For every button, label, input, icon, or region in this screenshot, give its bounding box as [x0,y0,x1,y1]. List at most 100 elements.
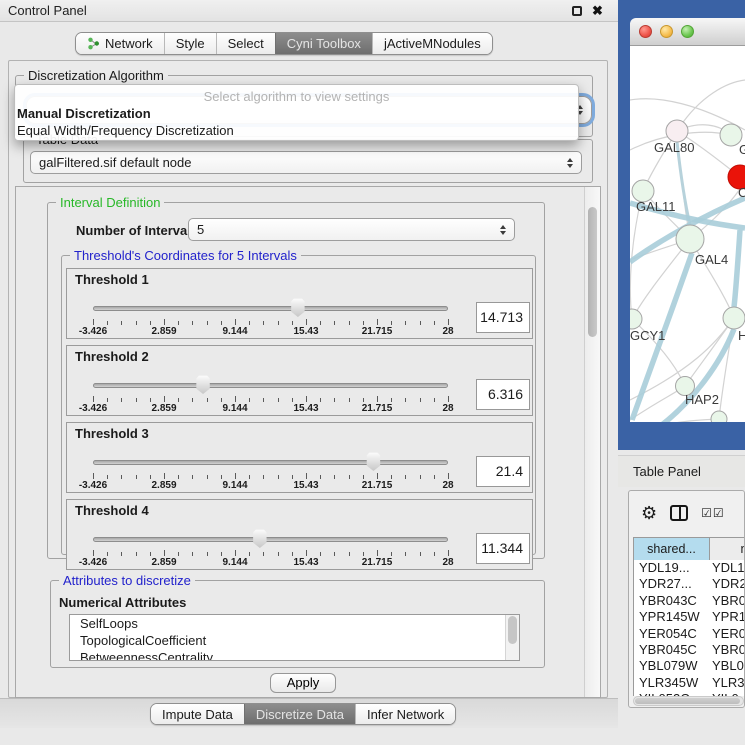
table-data-combo-value: galFiltered.sif default node [39,155,191,170]
slider-minor-tick [420,398,421,402]
slider-track[interactable] [93,383,448,388]
slider-minor-tick [263,398,264,402]
network-edge-thick [655,329,734,422]
slider-thumb[interactable] [195,375,211,394]
slider-minor-tick [178,398,179,402]
slider-track[interactable] [93,306,448,311]
slider-thumb[interactable] [365,452,381,471]
network-node-gal4[interactable] [676,225,704,253]
tab-infer-network[interactable]: Infer Network [355,704,455,724]
tab-cyni-toolbox[interactable]: Cyni Toolbox [275,33,372,54]
slider-minor-tick [434,398,435,402]
network-icon [87,37,100,50]
algorithm-dropdown-popup: Select algorithm to view settings Manual… [14,84,579,141]
slider-major-tick [377,473,378,479]
slider-tick-label: 9.144 [222,403,247,414]
slider-minor-tick [192,475,193,479]
settings-scroll-area: Interval Definition Number of Intervals … [15,186,601,698]
table-hscrollbar[interactable] [633,696,744,706]
network-node-gal80[interactable] [666,120,688,142]
slider-minor-tick [136,552,137,556]
slider-major-tick [93,396,94,402]
algorithm-option-equal-width-frequency-discretization[interactable]: Equal Width/Frequency Discretization [15,122,578,139]
slider-minor-tick [107,321,108,325]
attribute-item-betweennesscentrality[interactable]: BetweennessCentrality [70,649,519,661]
slider-minor-tick [320,321,321,325]
table-panel: ⚙ ☑☑ shared...na YDL19...YDL1YDR27...YDR… [628,490,745,708]
table-data-combo[interactable]: galFiltered.sif default node [30,151,582,174]
slider-thumb[interactable] [290,298,306,317]
table-row[interactable]: YBR043CYBR0 [634,593,745,609]
threshold-value-field[interactable]: 11.344 [476,533,530,564]
zoom-traffic-light[interactable] [681,25,694,38]
table-row[interactable]: YBL079WYBL0 [634,658,745,674]
algorithm-option-manual-discretization[interactable]: Manual Discretization [15,105,578,122]
slider-minor-tick [278,475,279,479]
close-traffic-light[interactable] [639,25,652,38]
table-row[interactable]: YLR345WYLR3 [634,675,745,691]
tab-style[interactable]: Style [164,33,216,54]
table-row[interactable]: YBR045CYBR0 [634,642,745,658]
tab-discretize-data[interactable]: Discretize Data [244,704,355,724]
slider-minor-tick [292,321,293,325]
tab-network[interactable]: Network [76,33,164,54]
tab-label: Cyni Toolbox [287,36,361,51]
slider-thumb[interactable] [252,529,268,548]
network-node-partial[interactable] [711,411,727,422]
minimize-traffic-light[interactable] [660,25,673,38]
network-canvas[interactable]: GAL80GACGAL11GAL4GCY1HHAP2 [630,46,745,422]
network-window-titlebar[interactable] [630,18,745,46]
slider-minor-tick [150,398,151,402]
gear-icon[interactable]: ⚙ [641,503,657,524]
settings-scrollbar[interactable] [584,187,600,697]
slider-track[interactable] [93,460,448,465]
table-row[interactable]: YER054CYER0 [634,626,745,642]
table-hscrollbar-thumb[interactable] [635,698,740,704]
slider-major-tick [93,319,94,325]
slider-minor-tick [292,398,293,402]
tab-select[interactable]: Select [216,33,275,54]
close-icon[interactable]: ✖ [592,3,603,19]
attribute-item-topologicalcoefficient[interactable]: TopologicalCoefficient [70,632,519,649]
threshold-value-field[interactable]: 14.713 [476,302,530,333]
number-of-intervals-combo[interactable]: 5 [188,218,515,241]
slider-minor-tick [263,475,264,479]
tab-impute-data[interactable]: Impute Data [151,704,244,724]
checkboxes-icon[interactable]: ☑☑ [701,506,725,520]
slider-minor-tick [278,552,279,556]
list-scrollbar[interactable] [505,615,519,660]
numerical-attributes-list[interactable]: SelfLoopsTopologicalCoefficientBetweenne… [69,614,520,661]
slider-minor-tick [391,475,392,479]
attribute-item-selfloops[interactable]: SelfLoops [70,615,519,632]
slider-minor-tick [178,475,179,479]
table-row[interactable]: YDL19...YDL1 [634,560,745,576]
list-scrollbar-thumb[interactable] [508,616,517,644]
network-node-label: GCY1 [630,328,665,343]
split-columns-icon[interactable] [670,505,688,521]
apply-button[interactable]: Apply [270,673,336,693]
slider-tick-label: 15.43 [293,403,318,414]
threshold-value-field[interactable]: 6.316 [476,379,530,410]
slider-minor-tick [221,398,222,402]
table-cell: YER054C [634,626,707,642]
table-row[interactable]: YPR145WYPR1 [634,609,745,625]
table-row[interactable]: YDR27...YDR2 [634,576,745,592]
bottom-tab-bar: Impute DataDiscretize DataInfer Network [150,703,456,725]
slider-tick-label: 28 [442,557,453,568]
slider-minor-tick [192,398,193,402]
slider-track[interactable] [93,537,448,542]
interval-definition-title: Interval Definition [56,195,164,210]
float-button[interactable] [572,6,584,18]
threshold-value-field[interactable]: 21.4 [476,456,530,487]
settings-scrollbar-thumb[interactable] [588,207,597,337]
network-edge [630,419,719,422]
threshold-panel-4: Threshold 4-3.4262.8599.14415.4321.71528… [66,499,533,570]
network-node-h[interactable] [723,307,745,329]
threshold-label: Threshold 3 [75,426,149,441]
table-column-header-0[interactable]: shared... [634,538,710,560]
table-rows: YDL19...YDL1YDR27...YDR2YBR043CYBR0YPR14… [633,560,745,696]
threshold-label: Threshold 4 [75,503,149,518]
tab-jactivemnodules[interactable]: jActiveMNodules [372,33,492,54]
threshold-panel-3: Threshold 3-3.4262.8599.14415.4321.71528… [66,422,533,493]
table-column-header-1[interactable]: na [710,538,745,560]
